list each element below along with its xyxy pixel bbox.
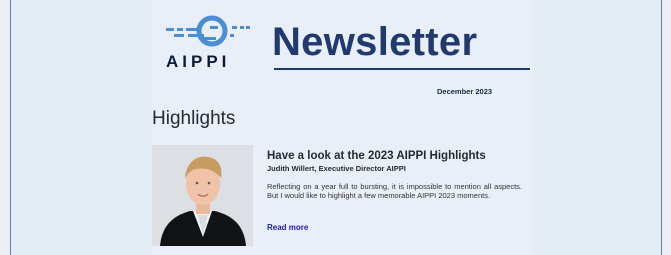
newsletter-title: Newsletter <box>272 20 478 64</box>
author-photo <box>152 145 253 246</box>
logo-wordmark: AIPPI <box>166 52 231 71</box>
article-title[interactable]: Have a look at the 2023 AIPPI Highlights <box>267 150 486 162</box>
issue-date: December 2023 <box>437 87 493 96</box>
section-heading: Highlights <box>152 108 236 129</box>
title-underline <box>274 68 530 70</box>
article-author: Judith Willert, Executive Director AIPPI <box>267 164 406 173</box>
portrait-illustration <box>152 145 253 246</box>
read-more-link[interactable]: Read more <box>267 223 308 232</box>
article-summary: Reflecting on a year full to bursting, i… <box>267 182 522 200</box>
